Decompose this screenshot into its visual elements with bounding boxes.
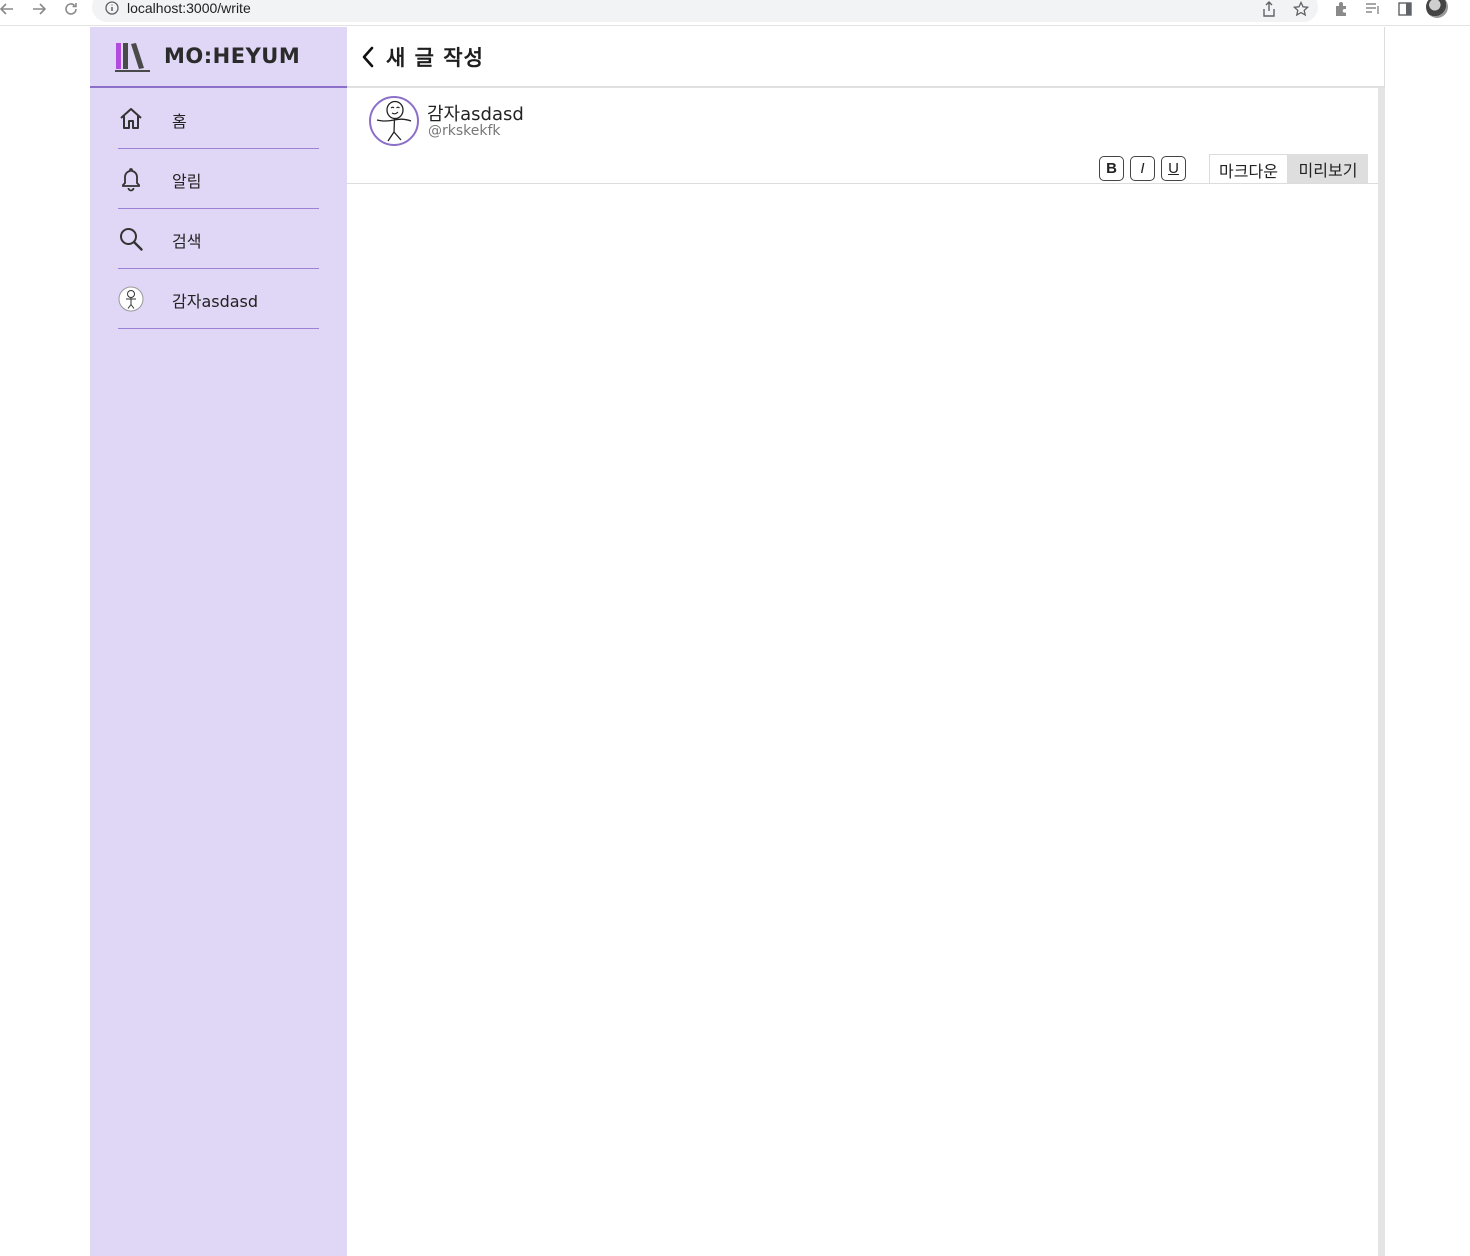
url-text: localhost:3000/write: [127, 0, 251, 16]
tab-markdown[interactable]: 마크다운: [1209, 154, 1288, 184]
site-info-icon[interactable]: [104, 0, 120, 16]
author-handle: @rkskekfk: [428, 123, 501, 139]
sidebar-item-profile[interactable]: 감자asdasd: [118, 269, 319, 329]
sidebar-item-notifications[interactable]: 알림: [118, 149, 319, 209]
page-title: 새 글 작성: [386, 46, 484, 70]
sidebar-item-label: 알림: [172, 172, 202, 191]
post-editor[interactable]: [347, 184, 1378, 1256]
main-panel: 새 글 작성 감자asdasd @rkskekfk B I U 마크다운 미리보…: [347, 27, 1385, 1256]
author-avatar: [369, 96, 419, 146]
logo[interactable]: MO:HEYUM: [90, 27, 347, 88]
sidebar-item-label: 검색: [172, 232, 202, 251]
sidebar-item-label: 홈: [172, 112, 187, 131]
italic-button[interactable]: I: [1130, 156, 1155, 181]
forward-arrow-icon[interactable]: [28, 0, 50, 18]
sidebar-item-home[interactable]: 홈: [118, 89, 319, 149]
reload-icon[interactable]: [60, 0, 82, 18]
stick-figure-icon: [376, 100, 412, 142]
reading-list-icon[interactable]: [1363, 0, 1383, 18]
profile-avatar-icon[interactable]: [1426, 0, 1448, 18]
bookmark-star-icon[interactable]: [1291, 0, 1311, 18]
bold-button[interactable]: B: [1099, 156, 1124, 181]
address-bar[interactable]: [92, 0, 1318, 22]
books-logo-icon: [115, 43, 150, 72]
bell-icon: [118, 166, 144, 192]
avatar-icon: [118, 286, 144, 312]
sidebar-item-search[interactable]: 검색: [118, 209, 319, 269]
back-arrow-icon[interactable]: [0, 0, 18, 18]
back-button[interactable]: [357, 43, 379, 71]
underline-button[interactable]: U: [1161, 156, 1186, 181]
chevron-left-icon: [362, 46, 374, 68]
write-form: 감자asdasd @rkskekfk B I U 마크다운 미리보기: [347, 88, 1378, 1256]
tab-preview[interactable]: 미리보기: [1288, 154, 1368, 184]
scrollbar[interactable]: [1378, 88, 1385, 1256]
browser-toolbar: localhost:3000/write: [0, 0, 1470, 26]
extensions-icon[interactable]: [1331, 0, 1351, 18]
search-icon: [118, 226, 144, 252]
sidebar-item-label: 감자asdasd: [172, 292, 259, 311]
app-root: MO:HEYUM 홈 알림 검색 감자asdasd 새 글 작성 감자asdas…: [90, 27, 1385, 1256]
brand-name: MO:HEYUM: [164, 44, 301, 68]
side-panel-icon[interactable]: [1395, 0, 1415, 18]
home-icon: [118, 106, 144, 132]
sidebar: MO:HEYUM 홈 알림 검색 감자asdasd: [90, 27, 347, 1256]
page-header: 새 글 작성: [347, 27, 1385, 88]
share-icon[interactable]: [1259, 0, 1279, 18]
